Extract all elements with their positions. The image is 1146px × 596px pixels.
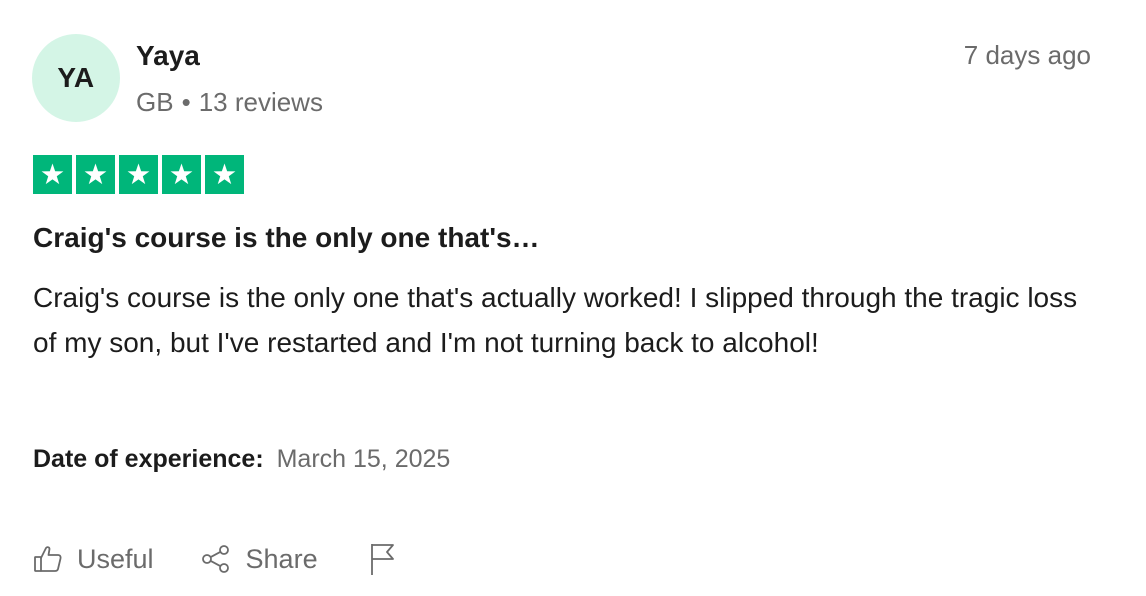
flag-icon bbox=[368, 541, 398, 577]
reviewer-meta: GB • 13 reviews bbox=[136, 86, 323, 118]
review-body: Craig's course is the only one that's ac… bbox=[33, 282, 1078, 358]
avatar[interactable]: YA bbox=[32, 34, 120, 122]
review-card: YA Yaya GB • 13 reviews 7 days ago Craig… bbox=[0, 0, 1146, 596]
review-actions: Useful Share bbox=[33, 540, 398, 578]
star-icon bbox=[76, 155, 115, 194]
thumbs-up-icon bbox=[33, 544, 63, 574]
reviewer-country: GB bbox=[136, 87, 174, 117]
avatar-initials: YA bbox=[57, 62, 95, 93]
star-icon bbox=[205, 155, 244, 194]
star-icon bbox=[162, 155, 201, 194]
share-label: Share bbox=[245, 543, 318, 574]
useful-button[interactable]: Useful bbox=[33, 544, 154, 575]
useful-label: Useful bbox=[77, 543, 154, 574]
experience-date: March 15, 2025 bbox=[276, 445, 451, 473]
report-button[interactable] bbox=[368, 541, 398, 577]
review-title[interactable]: Craig's course is the only one that's… bbox=[33, 220, 540, 256]
date-of-experience: Date of experience: March 15, 2025 bbox=[33, 443, 450, 475]
share-icon bbox=[200, 543, 232, 575]
star-icon bbox=[119, 155, 158, 194]
share-button[interactable]: Share bbox=[200, 543, 318, 575]
star-icon bbox=[33, 155, 72, 194]
posted-time: 7 days ago bbox=[963, 40, 1091, 70]
meta-separator: • bbox=[181, 87, 191, 117]
experience-label: Date of experience: bbox=[33, 445, 264, 473]
star-rating bbox=[33, 155, 244, 194]
reviewer-name[interactable]: Yaya bbox=[136, 38, 200, 74]
reviewer-reviews-count: 13 reviews bbox=[198, 87, 323, 117]
